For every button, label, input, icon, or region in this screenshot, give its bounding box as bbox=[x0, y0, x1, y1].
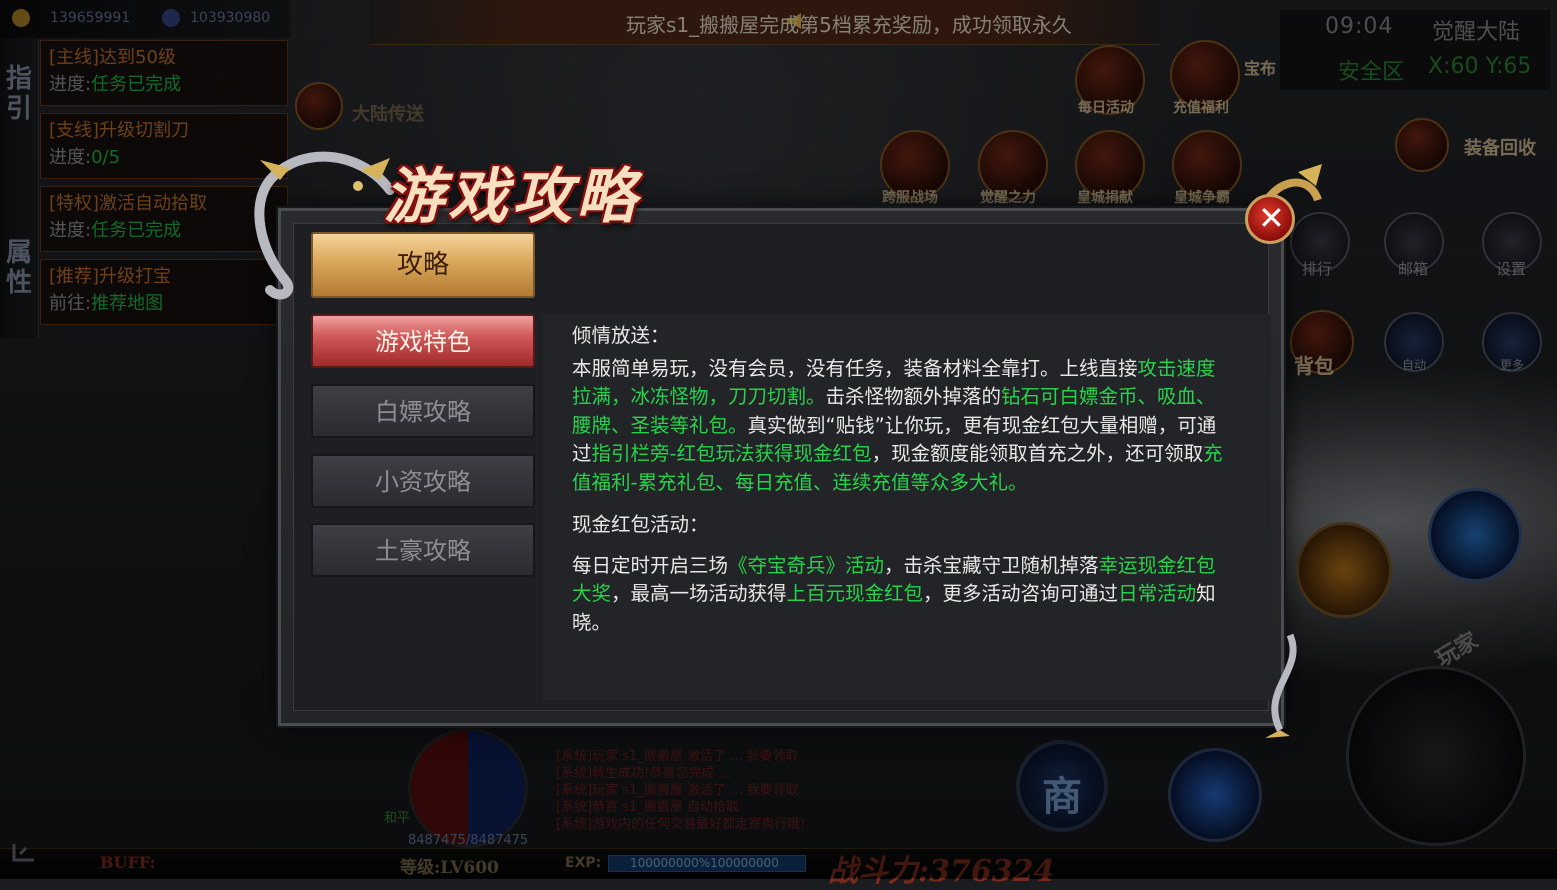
tab-budget-strategy[interactable]: 小资攻略 bbox=[311, 454, 535, 508]
section-title-red-packet: 现金红包活动： bbox=[572, 513, 709, 536]
close-icon: ✕ bbox=[1258, 199, 1285, 237]
dialog-title: 游戏攻略 bbox=[384, 162, 640, 232]
giveaway-paragraph: 本服简单易玩，没有会员，没有任务，装备材料全靠打。上线直接攻击速度拉满，冰冻怪物… bbox=[572, 356, 1223, 494]
section-title-giveaway: 倾情放送： bbox=[572, 324, 670, 347]
tab-whale-strategy[interactable]: 土豪攻略 bbox=[311, 523, 535, 577]
feature-description: 倾情放送： 本服简单易玩，没有会员，没有任务，装备材料全靠打。上线直接攻击速度拉… bbox=[572, 322, 1232, 637]
tab-free-strategy[interactable]: 白嫖攻略 bbox=[311, 384, 535, 438]
red-packet-paragraph: 每日定时开启三场《夺宝奇兵》活动，击杀宝藏守卫随机掉落幸运现金红包大奖，最高一场… bbox=[572, 553, 1216, 634]
close-button[interactable]: ✕ bbox=[1245, 194, 1295, 244]
tab-game-features[interactable]: 游戏特色 bbox=[311, 314, 535, 368]
tab-strategy[interactable]: 攻略 bbox=[311, 232, 535, 298]
